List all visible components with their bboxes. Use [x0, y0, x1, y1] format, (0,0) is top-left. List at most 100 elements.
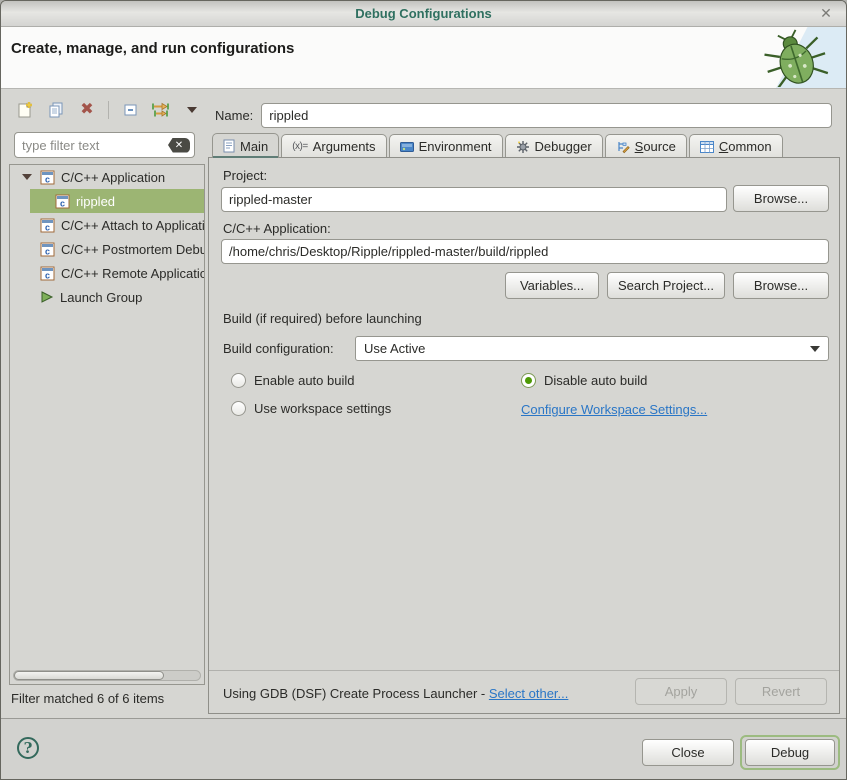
- default-button-ring: Debug: [740, 735, 840, 770]
- dialog-subtitle: Create, manage, and run configurations: [11, 40, 294, 57]
- duplicate-config-icon: [47, 101, 65, 119]
- workspace-settings-row: Use workspace settings: [209, 401, 829, 419]
- launcher-info: Using GDB (DSF) Create Process Launcher …: [223, 686, 568, 701]
- debug-bug-icon: [760, 29, 832, 87]
- use-workspace-settings-radio[interactable]: Use workspace settings: [231, 401, 391, 416]
- enable-auto-build-radio[interactable]: Enable auto build: [231, 373, 354, 388]
- tab-source[interactable]: Source: [605, 134, 687, 158]
- variables-button[interactable]: Variables...: [505, 272, 599, 299]
- application-browse-button[interactable]: Browse...: [733, 272, 829, 299]
- name-input[interactable]: [261, 103, 832, 128]
- c-application-icon: c: [40, 242, 55, 257]
- dialog-header: Create, manage, and run configurations: [1, 27, 846, 89]
- delete-config-icon: ✖: [80, 102, 93, 118]
- build-configuration-label: Build configuration:: [223, 341, 334, 356]
- tree-item-label: C/C++ Postmortem Debugger: [61, 242, 204, 257]
- radio-label: Disable auto build: [544, 373, 647, 388]
- chevron-down-icon[interactable]: [22, 174, 32, 180]
- tree-item-label: rippled: [76, 194, 115, 209]
- tree-item-label: C/C++ Attach to Application: [61, 218, 204, 233]
- collapse-all-button[interactable]: [118, 98, 142, 122]
- tree-item-cpp-postmortem[interactable]: c C/C++ Postmortem Debugger: [10, 237, 204, 261]
- tab-main[interactable]: Main: [212, 133, 279, 158]
- c-application-icon: c: [40, 170, 55, 185]
- svg-text:c: c: [45, 174, 50, 184]
- tree-horizontal-scrollbar[interactable]: [13, 670, 201, 681]
- c-application-icon: c: [40, 218, 55, 233]
- source-tree-icon: [616, 140, 630, 154]
- launch-group-icon: [40, 290, 54, 304]
- project-label: Project:: [223, 168, 267, 183]
- collapse-all-icon: [121, 101, 139, 119]
- selected-option: Use Active: [364, 341, 425, 356]
- tab-arguments[interactable]: (x)= Arguments: [281, 134, 386, 158]
- dialog-footer: ? Close Debug: [1, 719, 846, 780]
- radio-off-icon: [231, 373, 246, 388]
- tree-item-launch-group[interactable]: Launch Group: [10, 285, 204, 309]
- debugger-gear-icon: [516, 140, 530, 154]
- build-section-title: Build (if required) before launching: [223, 311, 422, 326]
- new-config-button[interactable]: [13, 98, 37, 122]
- toolbar-menu-button[interactable]: [180, 98, 204, 122]
- clear-filter-icon[interactable]: ✕: [168, 138, 190, 153]
- search-project-button[interactable]: Search Project...: [607, 272, 725, 299]
- c-application-icon: c: [55, 194, 70, 209]
- close-icon[interactable]: ✕: [816, 1, 836, 26]
- name-row: Name:: [215, 102, 832, 128]
- tree-item-cpp-remote[interactable]: c C/C++ Remote Application: [10, 261, 204, 285]
- name-label: Name:: [215, 108, 253, 123]
- filter-input[interactable]: [22, 138, 168, 153]
- document-icon: [223, 139, 235, 153]
- revert-button: Revert: [735, 678, 827, 705]
- debug-configurations-dialog: Debug Configurations ✕ Create, manage, a…: [0, 0, 847, 780]
- menu-dropdown-icon: [187, 107, 197, 113]
- radio-on-icon: [521, 373, 536, 388]
- configure-workspace-settings-link[interactable]: Configure Workspace Settings...: [521, 402, 707, 417]
- c-application-icon: c: [40, 266, 55, 281]
- select-other-link[interactable]: Select other...: [489, 686, 569, 701]
- svg-text:c: c: [45, 270, 50, 280]
- tab-label: Arguments: [313, 139, 376, 154]
- tab-label: Debugger: [535, 139, 592, 154]
- project-input[interactable]: [221, 187, 727, 212]
- radio-label: Use workspace settings: [254, 401, 391, 416]
- application-path-input[interactable]: [221, 239, 829, 264]
- svg-text:c: c: [60, 198, 65, 208]
- disable-auto-build-radio[interactable]: Disable auto build: [521, 373, 647, 388]
- filter-configs-icon: [151, 101, 171, 119]
- tab-environment[interactable]: Environment: [389, 134, 503, 158]
- tab-label: Source: [635, 139, 676, 154]
- tree-item-cpp-application[interactable]: c C/C++ Application: [10, 165, 204, 189]
- application-label: C/C++ Application:: [223, 221, 331, 236]
- tab-debugger[interactable]: Debugger: [505, 134, 603, 158]
- build-configuration-select[interactable]: Use Active: [355, 336, 829, 361]
- debug-button[interactable]: Debug: [745, 739, 835, 766]
- help-button[interactable]: ?: [17, 737, 39, 759]
- tree-item-label: Launch Group: [60, 290, 142, 305]
- titlebar: Debug Configurations ✕: [1, 1, 846, 27]
- filter-configs-button[interactable]: [149, 98, 173, 122]
- new-config-icon: [16, 101, 34, 119]
- tab-label: Main: [240, 139, 268, 154]
- environment-icon: [400, 141, 414, 153]
- tree-item-cpp-attach[interactable]: c C/C++ Attach to Application: [10, 213, 204, 237]
- tree-item-label: C/C++ Application: [61, 170, 165, 185]
- arguments-icon: (x)=: [292, 141, 308, 152]
- main-tab-content: Project: Browse... C/C++ Application: Va…: [208, 157, 840, 714]
- auto-build-radio-row: Enable auto build Disable auto build: [209, 373, 829, 391]
- close-button[interactable]: Close: [642, 739, 734, 766]
- apply-button: Apply: [635, 678, 727, 705]
- delete-config-button[interactable]: ✖: [75, 98, 99, 122]
- tab-label: Common: [719, 139, 772, 154]
- scrollbar-thumb[interactable]: [14, 671, 164, 680]
- duplicate-config-button[interactable]: [44, 98, 68, 122]
- svg-text:c: c: [45, 246, 50, 256]
- common-table-icon: [700, 141, 714, 153]
- configurations-toolbar: ✖: [13, 97, 204, 123]
- tree-item-rippled[interactable]: c rippled: [30, 189, 204, 213]
- tab-common[interactable]: Common: [689, 134, 783, 158]
- radio-label: Enable auto build: [254, 373, 354, 388]
- radio-off-icon: [231, 401, 246, 416]
- filter-status-text: Filter matched 6 of 6 items: [11, 691, 164, 706]
- project-browse-button[interactable]: Browse...: [733, 185, 829, 212]
